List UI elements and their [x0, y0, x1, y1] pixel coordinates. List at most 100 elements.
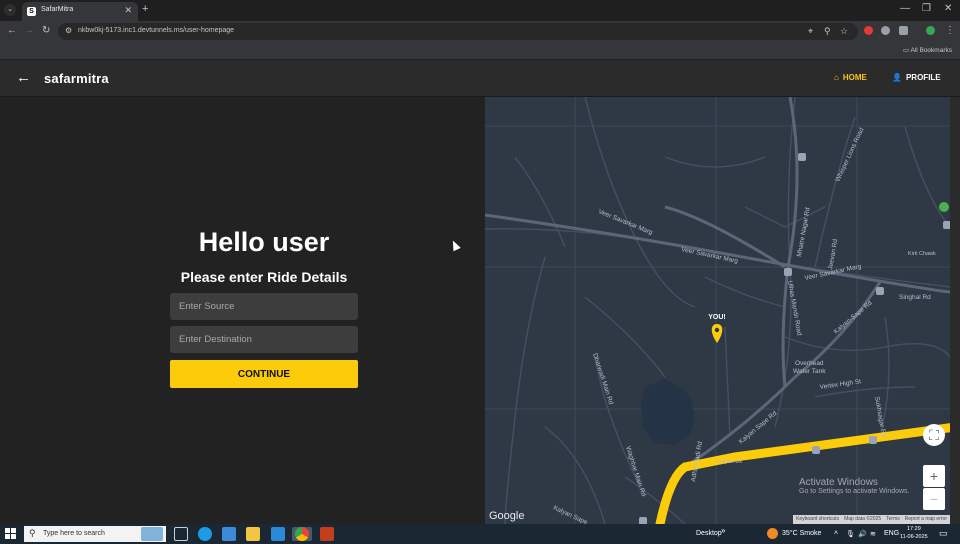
- address-bar[interactable]: ⚙ nkbw0kj-5173.inc1.devtunnels.ms/user-h…: [58, 23, 858, 40]
- weather-icon: [767, 528, 778, 539]
- windows-taskbar: ⚲ Type here to search Desktop » 35°C Smo…: [0, 524, 960, 544]
- all-bookmarks-label: All Bookmarks: [910, 47, 952, 54]
- nav-profile-link[interactable]: 👤 PROFILE: [892, 73, 941, 82]
- maximize-icon[interactable]: ❐: [922, 3, 931, 14]
- clock[interactable]: 17:29 11-06-2025: [900, 525, 928, 541]
- home-icon: ⌂: [834, 73, 839, 82]
- user-location-marker[interactable]: YOU!: [708, 314, 726, 343]
- extension-icon[interactable]: [864, 26, 873, 35]
- nav-profile-label: PROFILE: [905, 73, 941, 82]
- reload-icon[interactable]: ↻: [42, 25, 50, 36]
- map-label: Kalyan Sape: [552, 504, 589, 524]
- windows-start-icon[interactable]: [5, 528, 16, 539]
- extensions-puzzle-icon[interactable]: [899, 26, 908, 35]
- zoom-out-button[interactable]: −: [923, 488, 945, 510]
- watermark-subtitle: Go to Settings to activate Windows.: [799, 488, 910, 495]
- browser-toolbar: ← → ↻ ⚙ nkbw0kj-5173.inc1.devtunnels.ms/…: [0, 21, 960, 42]
- source-input[interactable]: [170, 293, 358, 320]
- microphone-icon[interactable]: 🎙: [846, 530, 855, 538]
- nav-home-link[interactable]: ⌂ HOME: [834, 73, 867, 82]
- store-icon[interactable]: [222, 527, 236, 541]
- google-logo: Google: [489, 510, 524, 522]
- minimize-icon[interactable]: —: [900, 3, 910, 14]
- ride-details-subtitle: Please enter Ride Details: [180, 269, 348, 285]
- water-body: [641, 379, 695, 445]
- powerpoint-icon[interactable]: [320, 527, 334, 541]
- browser-back-icon[interactable]: ←: [7, 25, 17, 36]
- window-close-icon[interactable]: ✕: [944, 3, 952, 14]
- chrome-icon[interactable]: [292, 527, 312, 541]
- highway-route: [655, 423, 950, 524]
- search-icon: ⚲: [29, 528, 36, 538]
- tab-search-icon[interactable]: ⌄: [4, 4, 16, 16]
- extension-icon[interactable]: [881, 26, 890, 35]
- edge-icon[interactable]: [198, 527, 212, 541]
- map-label: Whisper Lions Road: [834, 126, 865, 182]
- brand-logo[interactable]: safarmitra: [44, 71, 109, 86]
- wifi-icon[interactable]: ≋: [870, 530, 876, 538]
- activate-windows-watermark: Activate Windows Go to Settings to activ…: [799, 477, 910, 495]
- desktop-toolbar-label[interactable]: Desktop: [696, 530, 722, 537]
- map-label: Mhatre Nagar Rd: [796, 207, 812, 258]
- browser-forward-icon[interactable]: →: [24, 25, 34, 36]
- map-data-label: Map data ©2025: [844, 516, 882, 522]
- site-info-icon[interactable]: ⚙: [65, 26, 72, 35]
- fullscreen-icon[interactable]: ⛶: [923, 424, 945, 446]
- map-view[interactable]: Veer Savarkar Marg Veer Savarkar Marg Ve…: [485, 97, 950, 524]
- map-label: Dharwadi Main Rd: [591, 352, 614, 405]
- marker-label: YOU!: [708, 314, 726, 321]
- favicon-icon: S: [27, 7, 36, 16]
- clock-time: 17:29: [906, 526, 921, 532]
- terms-link[interactable]: Terms: [886, 515, 900, 524]
- map-label: Kalyan Sape Rd: [738, 410, 779, 446]
- destination-input[interactable]: [170, 326, 358, 353]
- notification-icon[interactable]: ▭: [939, 528, 948, 539]
- page-scrollbar[interactable]: [950, 97, 960, 524]
- weather-text[interactable]: 35°C Smoke: [782, 530, 821, 537]
- clock-date: 11-06-2025: [900, 534, 928, 540]
- new-tab-icon[interactable]: +: [142, 3, 148, 15]
- search-highlight-icon: [141, 527, 163, 541]
- map-label: Kirti Chawk: [908, 251, 936, 257]
- profile-avatar-icon[interactable]: [926, 26, 935, 35]
- report-error-link[interactable]: Report a map error: [905, 515, 947, 524]
- map-canvas: Veer Savarkar Marg Veer Savarkar Marg Ve…: [485, 97, 950, 524]
- location-icon[interactable]: ⌖: [808, 26, 813, 37]
- map-label: Sukhsagar Rd: [873, 396, 887, 438]
- keyboard-shortcuts-link[interactable]: Keyboard shortcuts: [796, 515, 839, 524]
- url-text: nkbw0kj-5173.inc1.devtunnels.ms/user-hom…: [78, 27, 235, 34]
- user-icon: 👤: [892, 73, 902, 82]
- continue-button[interactable]: CONTINUE: [170, 360, 358, 388]
- zoom-in-button[interactable]: +: [923, 465, 945, 487]
- taskbar-search-placeholder: Type here to search: [43, 530, 105, 537]
- map-label: Vertex High St: [819, 378, 861, 391]
- browser-tab[interactable]: S SafarMitra ✕: [22, 2, 138, 21]
- close-tab-icon[interactable]: ✕: [124, 5, 132, 16]
- map-label: Overhead: [795, 360, 824, 367]
- map-label: Jeevan Rd: [827, 238, 839, 270]
- map-label: Singhal Rd: [899, 294, 931, 301]
- toolbar-chevron-icon[interactable]: »: [721, 526, 725, 535]
- vscode-icon[interactable]: [271, 527, 285, 541]
- back-arrow-icon[interactable]: ←: [16, 69, 31, 86]
- ride-form-panel: Hello user Please enter Ride Details CON…: [0, 97, 485, 524]
- task-view-icon[interactable]: [174, 527, 188, 541]
- nav-home-label: HOME: [842, 73, 867, 82]
- tray-chevron-icon[interactable]: ˄: [834, 530, 838, 537]
- speaker-icon[interactable]: 🔊: [858, 530, 867, 538]
- file-explorer-icon[interactable]: [246, 527, 260, 541]
- language-indicator[interactable]: ENG: [884, 530, 899, 537]
- all-bookmarks-button[interactable]: ▭ All Bookmarks: [903, 46, 952, 54]
- bookmark-star-icon[interactable]: ☆: [840, 26, 848, 37]
- tab-title: SafarMitra: [41, 6, 74, 13]
- app-header: ← safarmitra ⌂ HOME 👤 PROFILE: [0, 60, 960, 97]
- map-label: Veer Savarkar Marg: [681, 246, 739, 265]
- browser-menu-icon[interactable]: ⋮: [945, 25, 955, 36]
- zoom-icon[interactable]: ⚲: [824, 26, 831, 37]
- bookmarks-bar: ▭ All Bookmarks: [0, 42, 960, 60]
- map-label: Waghbar Main Rd: [624, 445, 647, 497]
- watermark-title: Activate Windows: [799, 477, 878, 488]
- map-label: Kalyan-Sape Rd: [833, 299, 874, 335]
- map-label: Kalyan Dk: [717, 459, 742, 465]
- taskbar-search-box[interactable]: ⚲ Type here to search: [24, 526, 166, 542]
